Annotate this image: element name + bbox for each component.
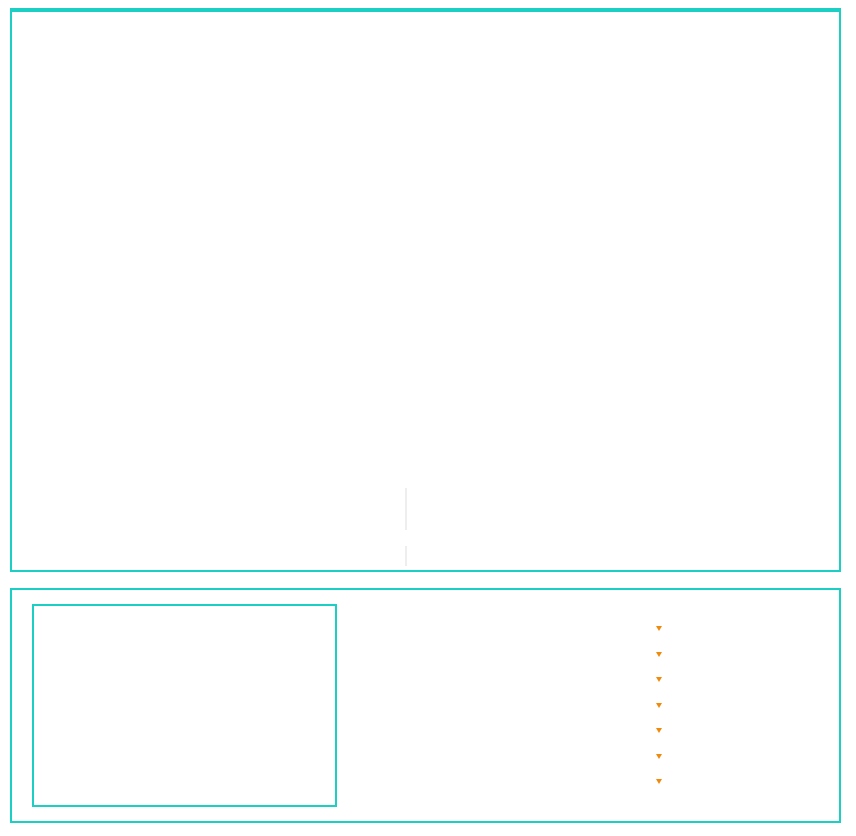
triangle-down-icon <box>656 651 662 657</box>
main-viewport-panel <box>10 8 841 572</box>
marker-tick-upper <box>405 488 407 530</box>
triangle-down-icon <box>656 626 662 632</box>
list-item[interactable] <box>656 744 826 770</box>
list-item[interactable] <box>656 667 826 693</box>
triangle-down-icon <box>656 702 662 708</box>
list-item[interactable] <box>656 642 826 668</box>
triangle-down-icon <box>656 728 662 734</box>
list-item[interactable] <box>656 616 826 642</box>
page-root <box>0 0 856 836</box>
triangle-down-icon <box>656 753 662 759</box>
scroll-marker <box>405 488 417 568</box>
triangle-down-icon <box>656 779 662 785</box>
list-item[interactable] <box>656 693 826 719</box>
triangle-down-icon <box>656 677 662 683</box>
detail-panel <box>10 588 841 823</box>
marker-tick-lower <box>405 546 407 566</box>
bullet-list <box>656 616 826 795</box>
preview-box[interactable] <box>32 604 337 807</box>
list-item[interactable] <box>656 718 826 744</box>
list-item[interactable] <box>656 769 826 795</box>
